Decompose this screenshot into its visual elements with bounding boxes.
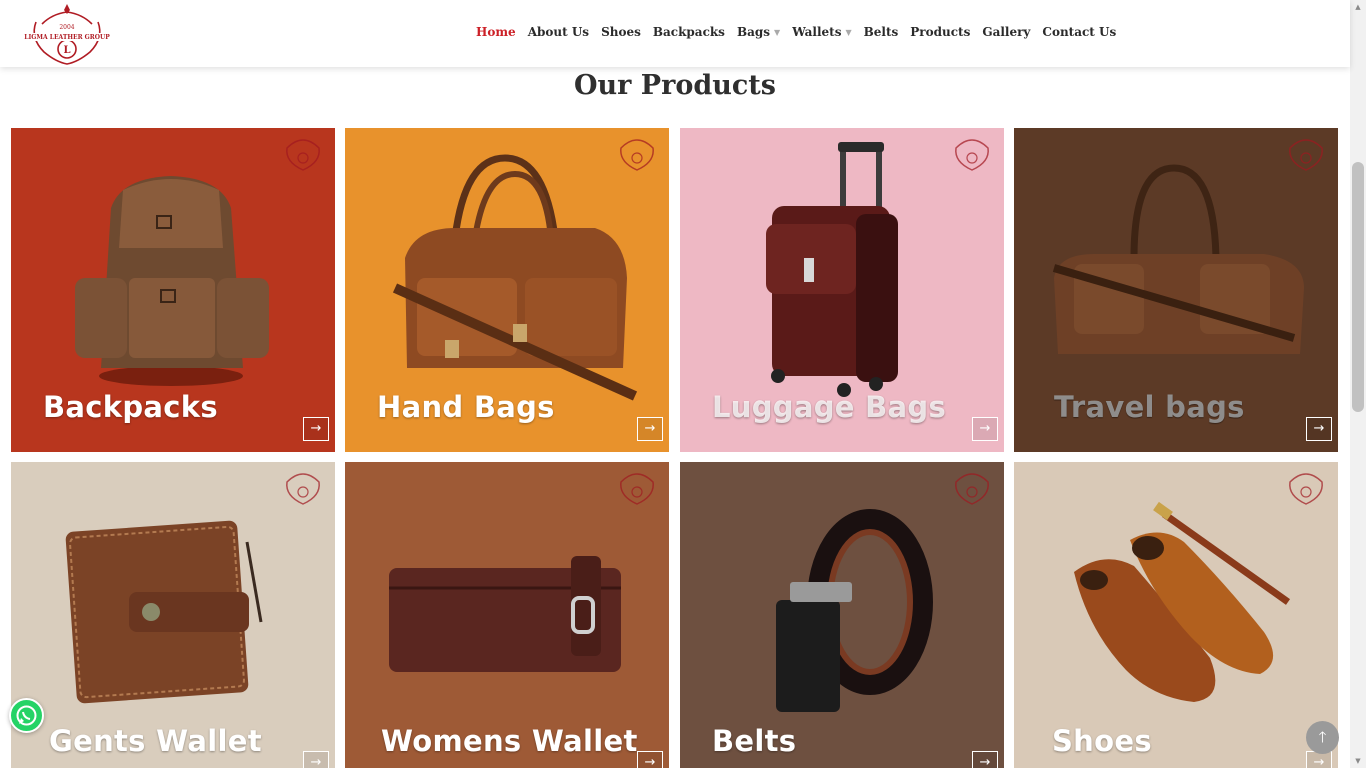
nav-item-label: Home xyxy=(476,25,516,39)
brand-seal-icon xyxy=(1289,139,1323,171)
nav-item-wallets[interactable]: Wallets ▼ xyxy=(792,25,851,39)
nav-item-label: Backpacks xyxy=(652,25,725,39)
site-header: 2004 LIGMA LEATHER GROUP L Home About Us… xyxy=(0,0,1350,67)
card-arrow-button[interactable]: → xyxy=(303,417,329,441)
card-arrow-button[interactable]: → xyxy=(972,751,998,768)
card-arrow-button[interactable]: → xyxy=(972,417,998,441)
caret-down-icon: ▼ xyxy=(845,27,852,37)
nav-item-label: About Us xyxy=(527,25,590,39)
nav-item-products[interactable]: Products xyxy=(910,25,970,39)
whatsapp-icon[interactable] xyxy=(9,698,44,733)
page-scrollbar[interactable]: ▲ ▼ xyxy=(1350,0,1366,768)
nav-item-backpacks[interactable]: Backpacks xyxy=(653,25,725,39)
svg-text:LIGMA LEATHER GROUP: LIGMA LEATHER GROUP xyxy=(24,34,110,41)
svg-text:L: L xyxy=(63,45,70,56)
product-card-hand-bags[interactable]: Hand Bags → xyxy=(345,128,669,452)
wallet-image xyxy=(11,462,335,768)
product-card-label: Hand Bags xyxy=(377,390,555,424)
caret-down-icon: ▼ xyxy=(774,27,781,37)
brand-seal-icon xyxy=(286,473,320,505)
card-arrow-button[interactable]: → xyxy=(1306,417,1332,441)
svg-text:2004: 2004 xyxy=(59,24,74,31)
product-card-label: Womens Wallet xyxy=(381,724,638,758)
nav-item-label: Bags xyxy=(736,25,771,39)
brand-seal-icon xyxy=(955,473,989,505)
product-card-label: Belts xyxy=(712,724,797,758)
brand-seal-icon xyxy=(955,139,989,171)
product-card-backpacks[interactable]: Backpacks → xyxy=(11,128,335,452)
nav-item-label: Wallets xyxy=(792,25,842,39)
brand-seal-icon xyxy=(1289,473,1323,505)
nav-item-gallery[interactable]: Gallery xyxy=(982,25,1030,39)
card-arrow-button[interactable]: → xyxy=(637,417,663,441)
product-card-shoes[interactable]: Shoes → xyxy=(1014,462,1338,768)
nav-item-home[interactable]: Home xyxy=(476,25,516,39)
shoes-image xyxy=(1014,462,1338,768)
site-logo[interactable]: 2004 LIGMA LEATHER GROUP L xyxy=(22,2,112,65)
product-card-label: Backpacks xyxy=(43,390,218,424)
scrollbar-thumb[interactable] xyxy=(1352,162,1364,412)
nav-item-bags[interactable]: Bags ▼ xyxy=(737,25,780,39)
nav-item-label: Gallery xyxy=(982,25,1031,39)
scroll-down-arrow-icon[interactable]: ▼ xyxy=(1350,754,1366,768)
scroll-up-arrow-icon[interactable]: ▲ xyxy=(1350,0,1366,14)
womens-wallet-image xyxy=(345,462,669,768)
product-card-gents-wallet[interactable]: Gents Wallet → xyxy=(11,462,335,768)
belt-image xyxy=(680,462,1004,768)
brand-seal-icon xyxy=(620,139,654,171)
product-card-womens-wallet[interactable]: Womens Wallet → xyxy=(345,462,669,768)
nav-item-contact-us[interactable]: Contact Us xyxy=(1042,25,1116,39)
card-arrow-button[interactable]: → xyxy=(637,751,663,768)
product-card-label: Gents Wallet xyxy=(49,724,262,758)
nav-item-label: Shoes xyxy=(601,25,641,39)
brand-seal-icon xyxy=(286,139,320,171)
nav-item-label: Belts xyxy=(863,25,899,39)
product-card-travel-bags[interactable]: Travel bags → xyxy=(1014,128,1338,452)
main-nav: Home About Us Shoes Backpacks Bags ▼ Wall… xyxy=(470,0,1122,64)
nav-item-label: Products xyxy=(910,25,971,39)
section-title: Our Products xyxy=(574,70,776,101)
product-card-belts[interactable]: Belts → xyxy=(680,462,1004,768)
nav-item-belts[interactable]: Belts xyxy=(864,25,899,39)
nav-item-label: Contact Us xyxy=(1042,25,1117,39)
brand-seal-icon xyxy=(620,473,654,505)
product-card-label: Luggage Bags xyxy=(712,390,947,424)
product-card-luggage-bags[interactable]: Luggage Bags → xyxy=(680,128,1004,452)
nav-item-about-us[interactable]: About Us xyxy=(528,25,589,39)
product-card-label: Shoes xyxy=(1052,724,1152,758)
product-card-label: Travel bags xyxy=(1054,390,1245,424)
nav-item-shoes[interactable]: Shoes xyxy=(601,25,641,39)
arrow-up-icon[interactable]: 🡑 xyxy=(1306,721,1339,754)
card-arrow-button[interactable]: → xyxy=(303,751,329,768)
